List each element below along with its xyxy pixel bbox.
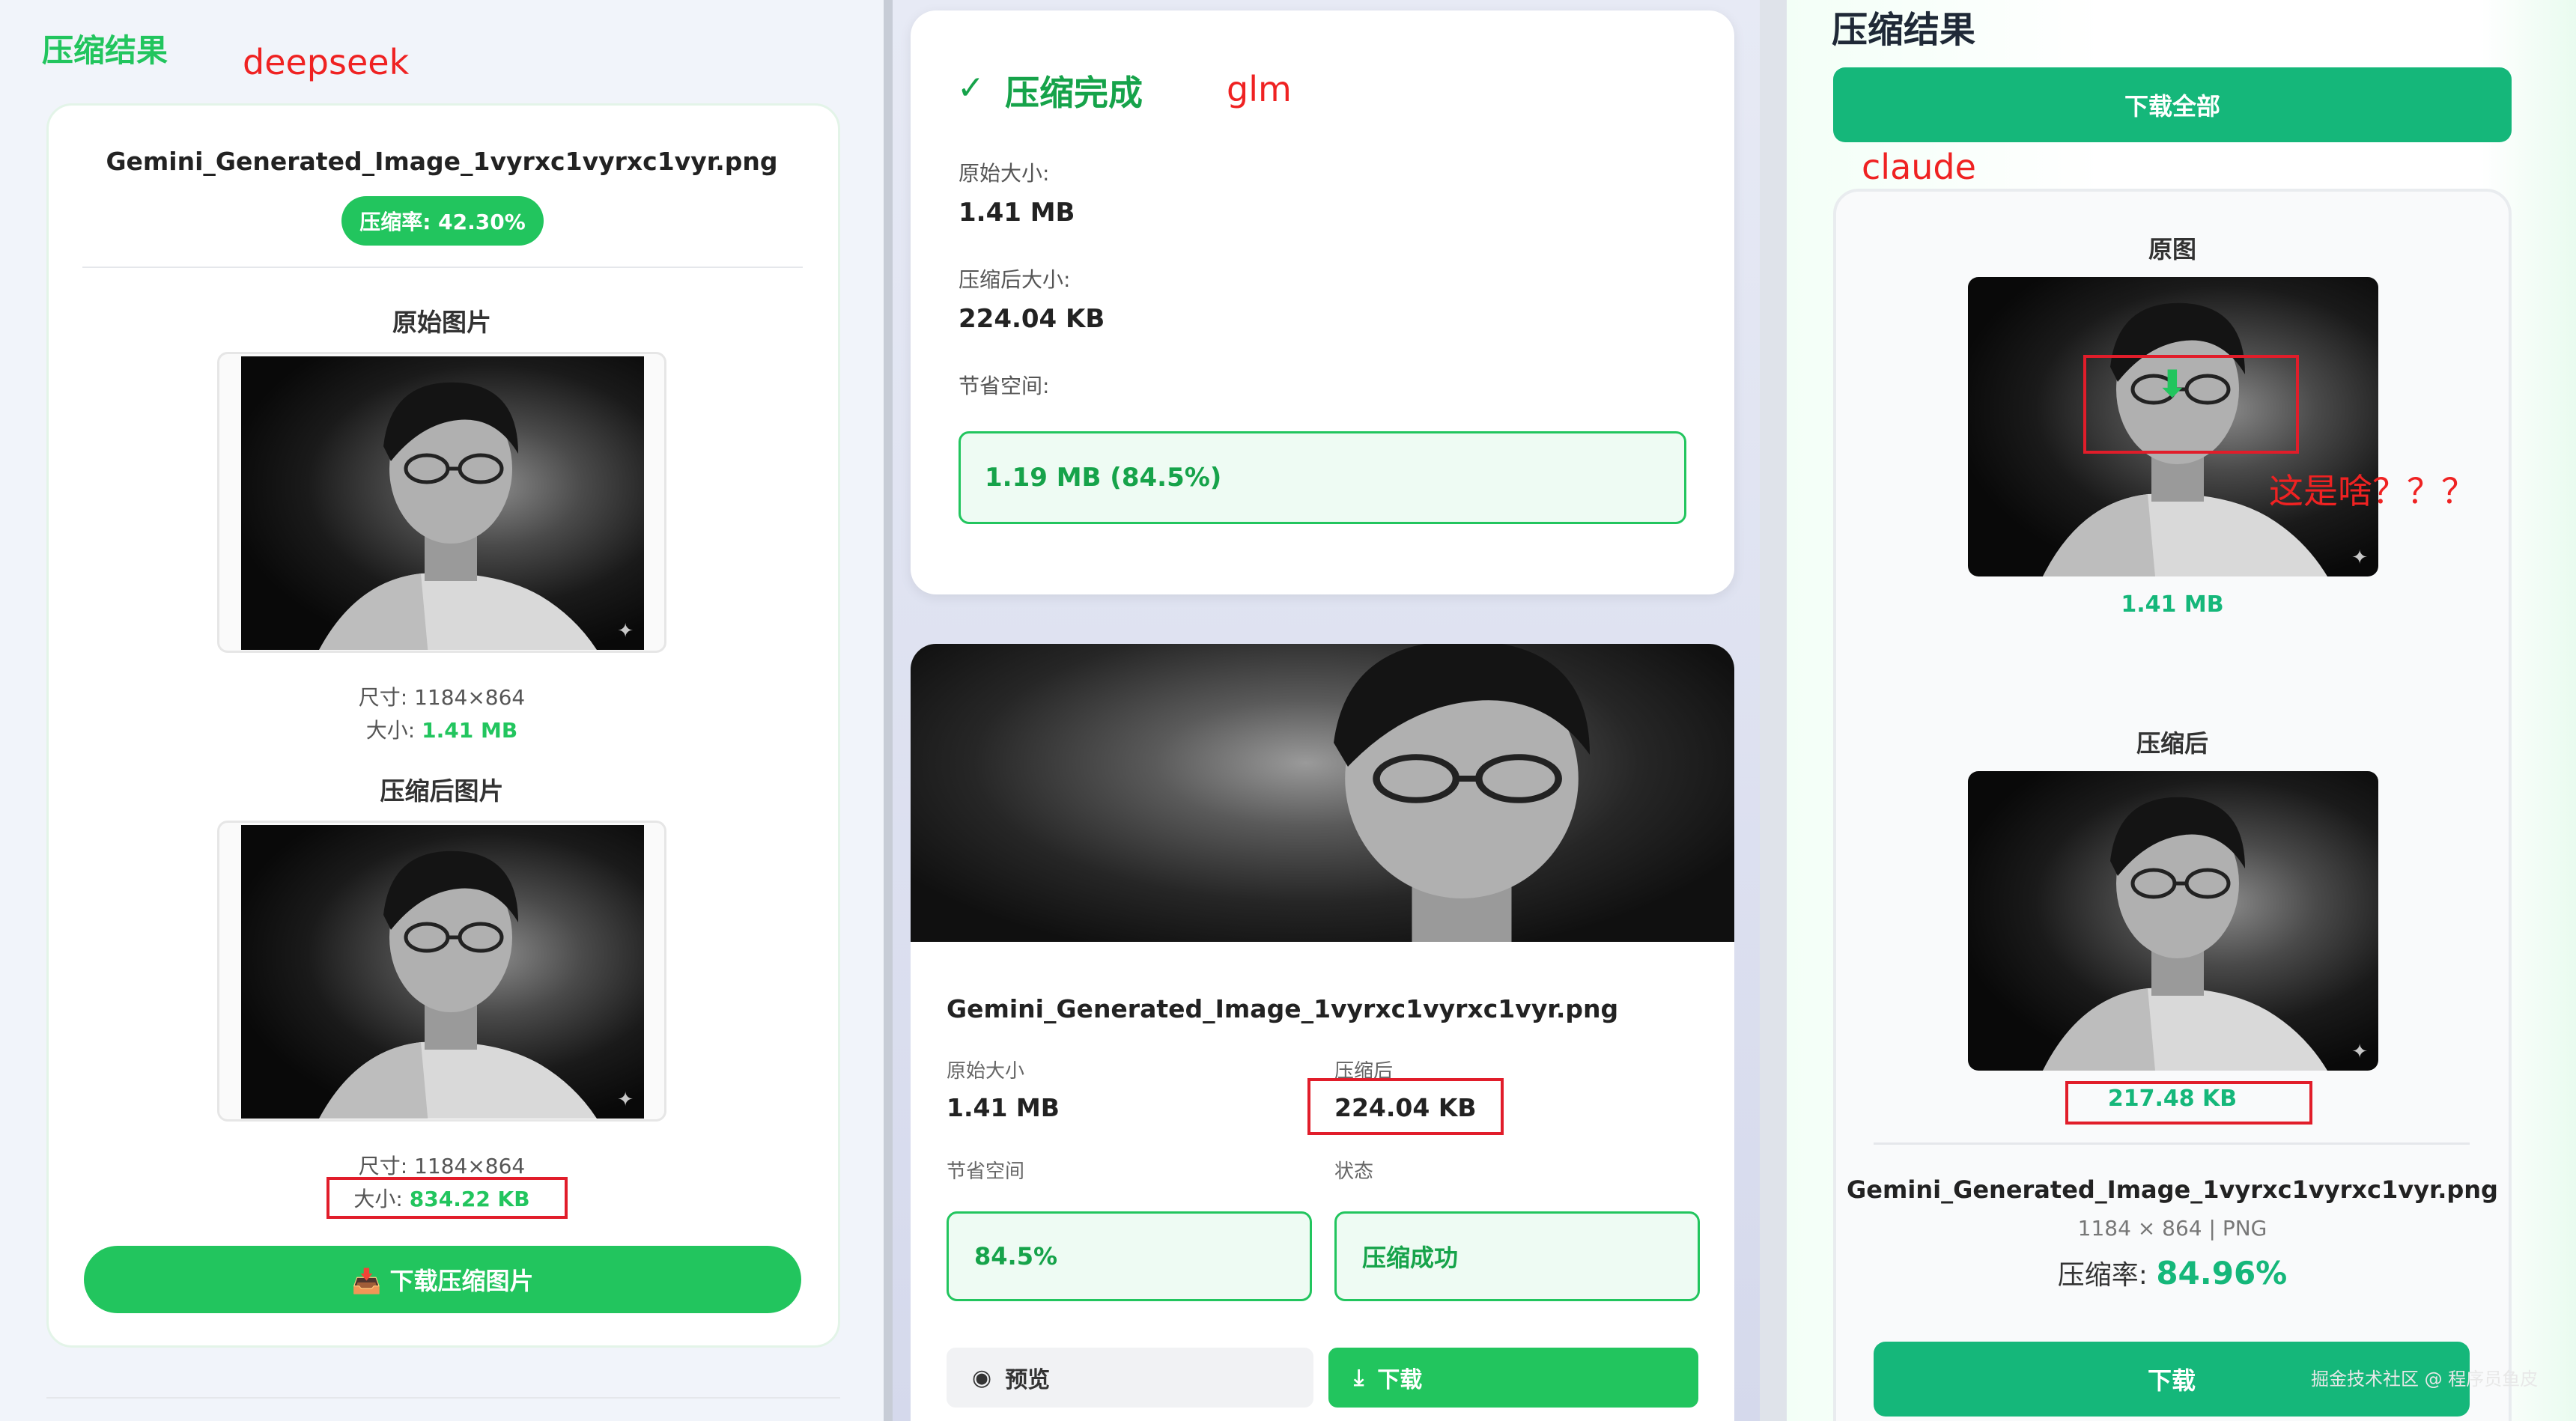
glm-grid-status-label: 状态	[1334, 1160, 1374, 1183]
original-image: ✦	[241, 356, 644, 650]
claude-model-label: claude	[1862, 147, 1976, 187]
original-size-line: 大小: 1.41 MB	[0, 714, 884, 744]
glm-download-button[interactable]: ⤓ 下载	[1328, 1348, 1698, 1408]
original-heading: 原始图片	[392, 308, 491, 337]
panel-separator	[884, 0, 893, 1421]
claude-original-heading: 原图	[2148, 235, 2196, 264]
glm-original-label: 原始大小:	[959, 161, 1050, 186]
download-compressed-button[interactable]: 📥 下载压缩图片	[84, 1246, 801, 1313]
deepseek-section-title: 压缩结果	[42, 32, 168, 69]
annotation-box	[2065, 1081, 2312, 1125]
claude-section-title: 压缩结果	[1832, 9, 1976, 51]
glm-grid-saved-box: 84.5%	[947, 1211, 1312, 1301]
divider	[82, 267, 803, 268]
eye-icon: ◉	[972, 1364, 992, 1391]
glm-saved-label: 节省空间:	[959, 374, 1050, 398]
glm-done-title: 压缩完成	[1005, 73, 1143, 113]
claude-original-size: 1.41 MB	[2121, 591, 2224, 618]
original-size-value: 1.41 MB	[422, 718, 518, 743]
divider	[1874, 1142, 2470, 1145]
sparkle-icon: ✦	[617, 620, 634, 642]
annotation-box	[2083, 355, 2299, 454]
compressed-image: ✦	[241, 825, 644, 1119]
glm-grid-saved-value: 84.5%	[974, 1242, 1058, 1271]
watermark: 掘金技术社区 @ 程序员鱼皮	[2311, 1369, 2539, 1390]
original-size-label: 大小:	[365, 718, 422, 743]
claude-annotation: 这是啥？？？	[2269, 471, 2476, 511]
claude-ratio-line: 压缩率: 84.96%	[1833, 1253, 2512, 1292]
download-icon: ⤓	[1354, 1364, 1364, 1391]
glm-compressed-value: 224.04 KB	[959, 304, 1105, 334]
deepseek-model-label: deepseek	[243, 42, 410, 82]
glm-original-value: 1.41 MB	[959, 198, 1075, 228]
original-dims: 尺寸: 1184×864	[358, 685, 526, 710]
glm-saved-value: 1.19 MB (84.5%)	[985, 463, 1222, 493]
deepseek-filename: Gemini_Generated_Image_1vyrxc1vyrxc1vyr.…	[106, 147, 778, 176]
compressed-dims: 尺寸: 1184×864	[358, 1154, 526, 1178]
glm-compressed-label: 压缩后大小:	[959, 267, 1071, 292]
glm-grid-original-label: 原始大小	[947, 1060, 1025, 1083]
preview-button-label: 预览	[1005, 1367, 1051, 1393]
glm-preview-image	[911, 644, 1734, 942]
claude-compressed-image: ✦	[1968, 771, 2378, 1071]
glm-download-label: 下载	[1377, 1367, 1423, 1393]
glm-grid-saved-label: 节省空间	[947, 1160, 1025, 1183]
sparkle-icon: ✦	[2351, 1041, 2368, 1063]
claude-compressed-heading: 压缩后	[2136, 729, 2208, 758]
sparkle-icon: ✦	[2351, 547, 2368, 569]
preview-button[interactable]: ◉ 预览	[947, 1348, 1313, 1408]
glm-saved-box: 1.19 MB (84.5%)	[959, 431, 1686, 524]
glm-model-label: glm	[1227, 69, 1292, 109]
claude-meta: 1184 × 864 | PNG	[2077, 1216, 2267, 1241]
glm-filename: Gemini_Generated_Image_1vyrxc1vyrxc1vyr.…	[947, 994, 1619, 1023]
glm-grid-original-value: 1.41 MB	[947, 1093, 1060, 1122]
compressed-heading: 压缩后图片	[380, 776, 504, 806]
claude-filename: Gemini_Generated_Image_1vyrxc1vyrxc1vyr.…	[1847, 1175, 2498, 1204]
compression-ratio-badge: 压缩率: 42.30%	[341, 196, 544, 246]
sparkle-icon: ✦	[617, 1089, 634, 1111]
divider	[46, 1397, 840, 1399]
download-all-button[interactable]: 下载全部	[1833, 67, 2512, 142]
annotation-box	[1307, 1078, 1504, 1135]
check-icon: ✓	[957, 69, 985, 107]
claude-ratio-value: 84.96%	[2156, 1255, 2288, 1291]
panel-separator	[1760, 0, 1787, 1421]
claude-ratio-label: 压缩率:	[2057, 1260, 2157, 1291]
annotation-box	[326, 1177, 568, 1219]
glm-grid-status-value: 压缩成功	[1362, 1244, 1459, 1272]
glm-grid-status-box: 压缩成功	[1334, 1211, 1700, 1301]
